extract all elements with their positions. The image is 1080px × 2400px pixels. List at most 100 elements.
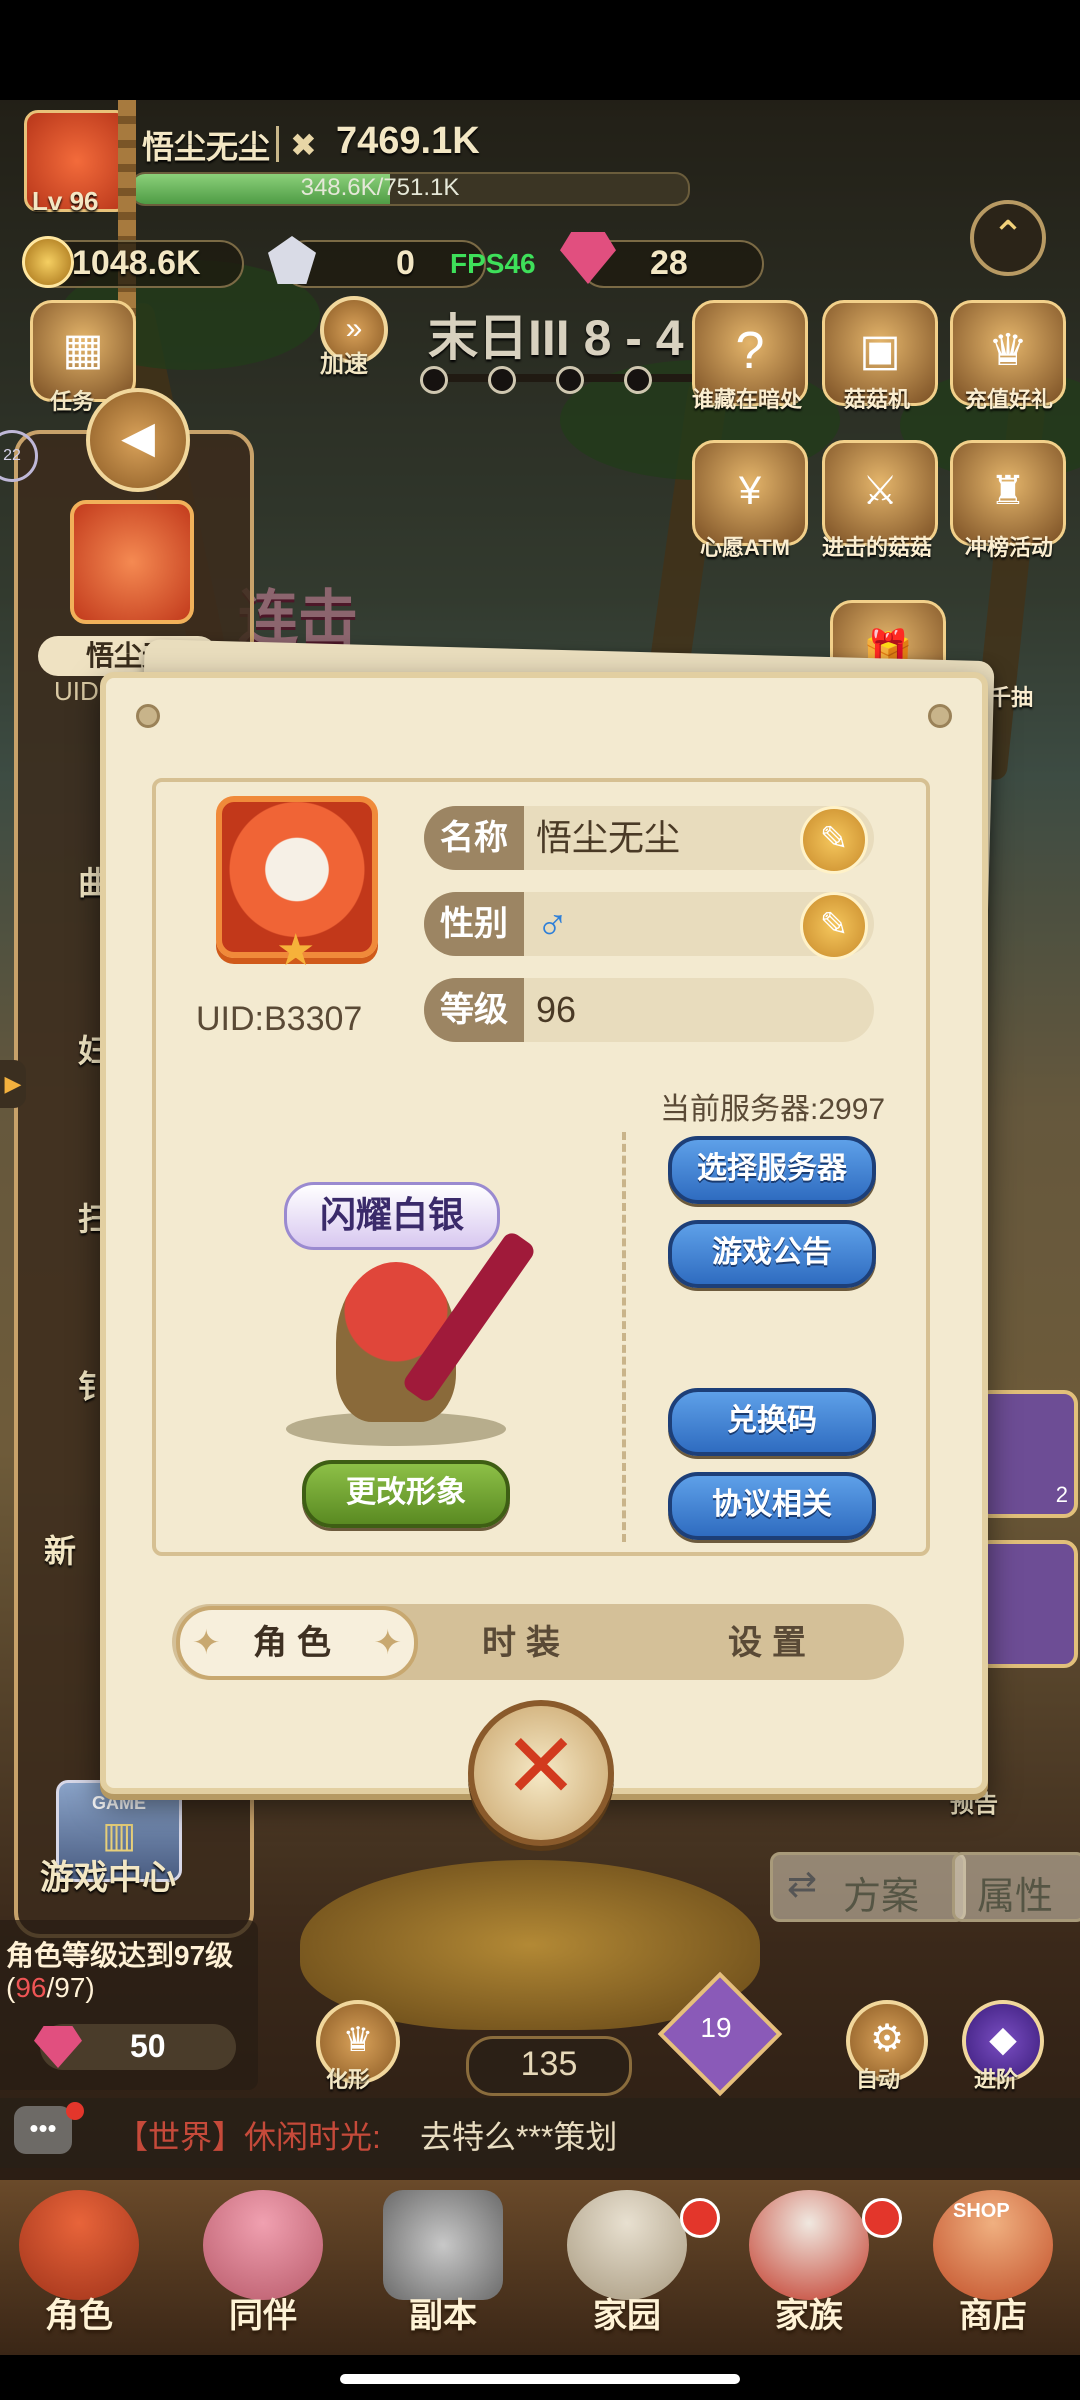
gender-field: 性别 ♂ ✎ xyxy=(424,892,874,960)
gender-field-value: ♂ xyxy=(536,899,569,948)
lamp-counter: 135 xyxy=(466,2036,632,2096)
rivet xyxy=(928,704,952,728)
auto-label: 自动 xyxy=(856,2067,901,2092)
event-recharge-label: 充值好礼 xyxy=(964,387,1053,412)
ranking-icon: ♜ xyxy=(990,469,1026,513)
tab-character-label: 角色 xyxy=(253,1624,341,1662)
lamp-badge-value: 19 xyxy=(700,2012,732,2043)
skill-level: 2 xyxy=(1055,1482,1068,1507)
player-info-dialog: ★ UID:B3307 名称 悟尘无尘 ✎ 性别 ♂ ✎ 等级 96 当前服务器… xyxy=(100,672,988,1794)
divider xyxy=(276,126,279,162)
stage-node xyxy=(624,366,652,394)
redeem-code-button[interactable]: 兑换码 xyxy=(668,1388,876,1456)
profile-avatar[interactable]: ★ xyxy=(216,796,378,975)
nav-home-label: 家园 xyxy=(593,2297,661,2335)
shop-sign: SHOP xyxy=(953,2200,1010,2222)
select-server-button[interactable]: 选择服务器 xyxy=(668,1136,876,1204)
star-badge-icon: ★ xyxy=(276,926,316,975)
attributes-button[interactable]: 属性 xyxy=(952,1852,1080,1922)
uid-text: UID:B3307 xyxy=(196,1000,363,1038)
feather-icon: ✎ xyxy=(819,906,849,944)
left-edge-expand-button[interactable]: ▶ xyxy=(0,1060,26,1108)
edit-gender-button[interactable]: ✎ xyxy=(800,892,868,960)
speed-up-label: 加速 xyxy=(320,351,368,378)
chat-channel: 【世界】休闲时光: xyxy=(116,2119,381,2155)
reward-value: 50 xyxy=(130,2028,166,2064)
companions-icon xyxy=(203,2190,323,2300)
power-value: 7469.1K xyxy=(336,120,480,162)
goal-text: 角色等级达到97级 xyxy=(6,1940,234,1971)
edit-name-button[interactable]: ✎ xyxy=(800,806,868,874)
gem-icon xyxy=(34,2026,82,2068)
nav-shop[interactable]: SHOP 商店 xyxy=(918,2190,1068,2350)
nav-character-label: 角色 xyxy=(45,2297,113,2335)
goal-reward: 50 xyxy=(34,2024,236,2070)
attack-icon: ⚔ xyxy=(862,469,898,513)
stage-node xyxy=(420,366,448,394)
player-name: 悟尘无尘 xyxy=(142,129,271,165)
crossed-swords-icon xyxy=(383,2190,503,2300)
crystal-value: 0 xyxy=(396,244,415,282)
panel-avatar[interactable] xyxy=(70,500,194,624)
fps-counter: FPS46 xyxy=(450,248,536,279)
plan-button[interactable]: ⇄ 方案 xyxy=(770,1852,966,1922)
nav-home-badge xyxy=(680,2198,720,2238)
shop-icon: SHOP xyxy=(933,2190,1053,2300)
goal-current: 96 xyxy=(15,1972,47,2003)
home-icon xyxy=(567,2190,687,2300)
event-attack-label: 进击的菇菇 xyxy=(821,535,932,560)
nav-dungeon[interactable]: 副本 xyxy=(368,2190,518,2350)
info-panel: ★ UID:B3307 名称 悟尘无尘 ✎ 性别 ♂ ✎ 等级 96 当前服务器… xyxy=(152,778,930,1556)
transform-label: 化形 xyxy=(326,2067,371,2092)
sparkle-icon: ✦ xyxy=(192,1624,221,1662)
event-slot-label: 菇菇机 xyxy=(843,387,910,412)
stage-node xyxy=(488,366,516,394)
tab-character[interactable]: ✦ 角色 ✦ xyxy=(176,1606,418,1680)
gold-icon xyxy=(22,236,74,288)
change-look-button[interactable]: 更改形象 xyxy=(302,1460,510,1528)
stage-title: 末日III 8 - 4 xyxy=(428,310,684,366)
close-icon: ✕ xyxy=(503,1717,579,1817)
advance-label: 进阶 xyxy=(974,2067,1019,2092)
nav-guild-badge xyxy=(862,2198,902,2238)
gold-value: 1048.6K xyxy=(72,244,201,282)
chat-bubble-icon: ••• xyxy=(14,2106,72,2154)
panel-uid: UID: xyxy=(54,676,106,706)
chat-unread-dot xyxy=(66,2102,84,2120)
name-field-value: 悟尘无尘 xyxy=(536,817,681,858)
skill-slot[interactable]: 2 xyxy=(976,1390,1078,1518)
rivet xyxy=(136,704,160,728)
chat-message: 去特么***策划 xyxy=(420,2119,618,2155)
tab-fashion[interactable]: 时装 xyxy=(426,1608,626,1678)
name-field-label: 名称 xyxy=(424,806,524,870)
nav-character[interactable]: 角色 xyxy=(4,2190,154,2350)
panel-back-button[interactable]: ◀ xyxy=(86,388,190,492)
gender-field-label: 性别 xyxy=(424,892,524,956)
mushroom-icon xyxy=(19,2190,139,2300)
goal-total: /97 xyxy=(46,1972,86,2003)
level-field-value: 96 xyxy=(536,989,577,1030)
goal-progress: (96/97) xyxy=(6,1972,95,2003)
chat-bar[interactable]: ••• 【世界】休闲时光: 去特么***策划 xyxy=(0,2098,1080,2168)
goal-box[interactable]: 角色等级达到97级 (96/97) 50 xyxy=(0,1920,258,2090)
plan-label: 方案 xyxy=(843,1876,920,1918)
game-badge: GAME xyxy=(92,1793,146,1813)
skull-banner-icon xyxy=(749,2190,869,2300)
lamp-value: 135 xyxy=(520,2045,578,2083)
tab-settings[interactable]: 设置 xyxy=(672,1608,872,1678)
task-board-icon: ▦ xyxy=(62,325,104,374)
swap-icon: ⇄ xyxy=(787,1863,818,1904)
nav-guild-label: 家族 xyxy=(775,2297,843,2335)
close-dialog-button[interactable]: ✕ xyxy=(468,1700,614,1846)
collapse-menu-button[interactable]: ⌃ xyxy=(970,200,1046,276)
agreements-button[interactable]: 协议相关 xyxy=(668,1472,876,1540)
power-icon: ✖ xyxy=(290,127,317,163)
stage-node xyxy=(556,366,584,394)
rank-badge: 闪耀白银 xyxy=(284,1182,500,1250)
announcement-button[interactable]: 游戏公告 xyxy=(668,1220,876,1288)
event-atm-label: 心愿ATM xyxy=(699,535,791,560)
skill-slot[interactable] xyxy=(976,1540,1078,1668)
level-field-label: 等级 xyxy=(424,978,524,1042)
nav-companions-label: 同伴 xyxy=(229,2297,297,2335)
nav-companions[interactable]: 同伴 xyxy=(188,2190,338,2350)
